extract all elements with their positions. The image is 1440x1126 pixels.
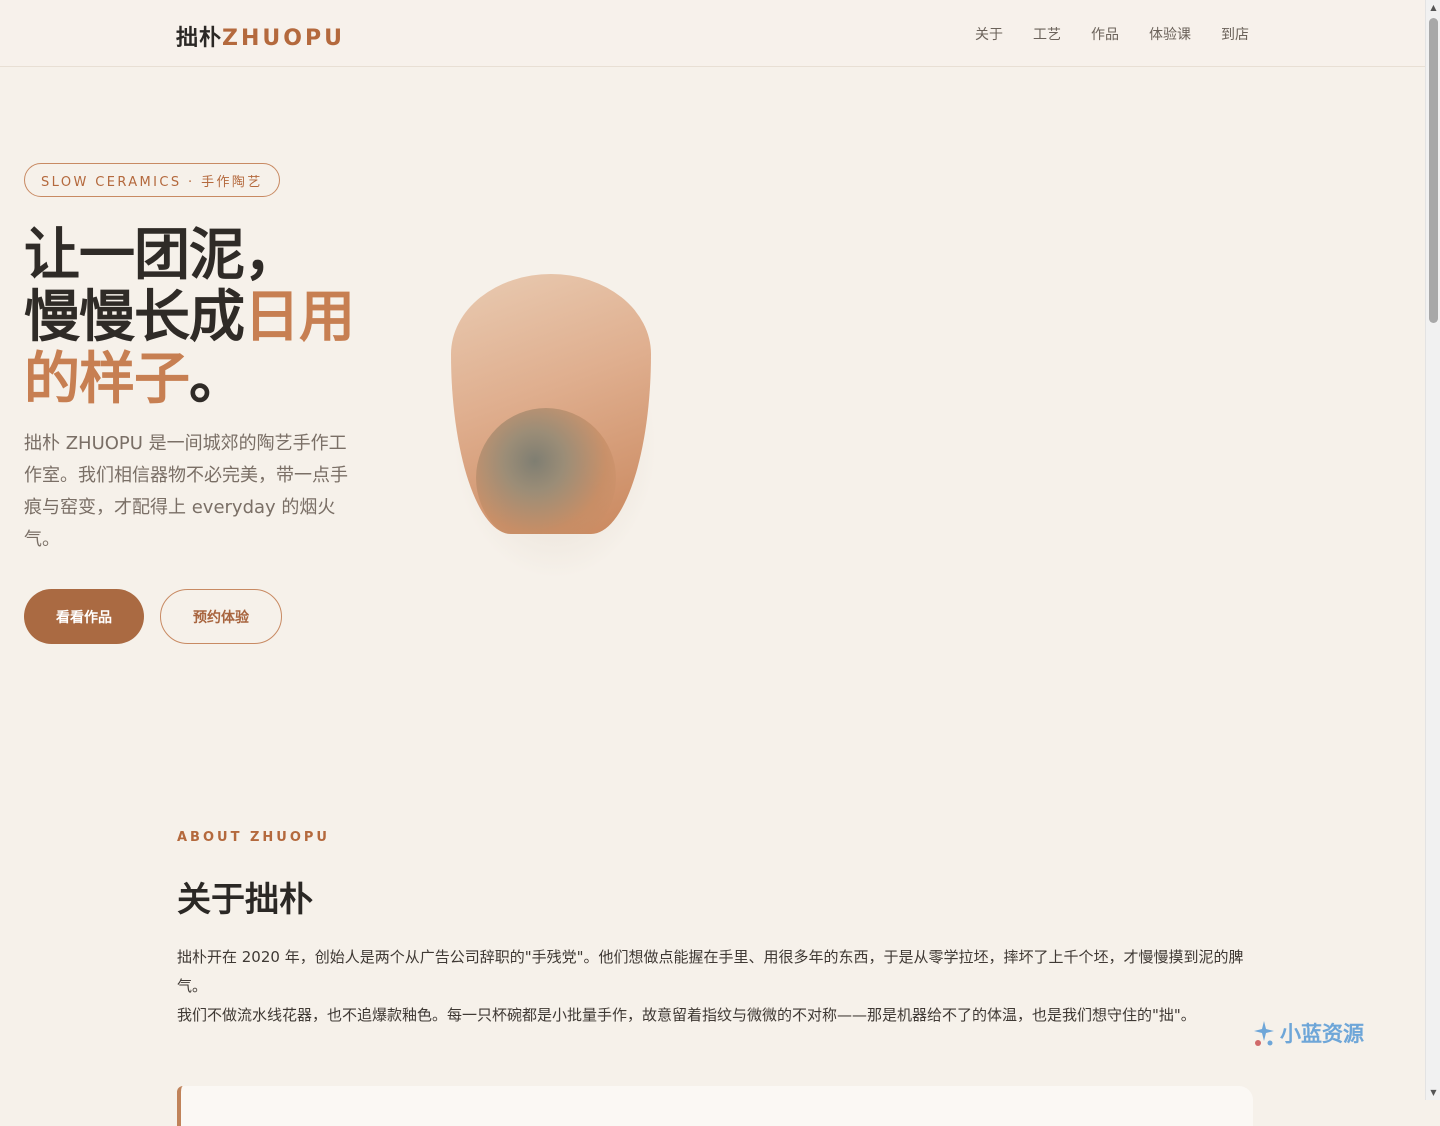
- view-works-button[interactable]: 看看作品: [24, 589, 144, 644]
- nav-works[interactable]: 作品: [1091, 24, 1119, 44]
- hero-title-accent2: 的样子: [24, 347, 190, 412]
- about-eyebrow: ABOUT ZHUOPU: [177, 830, 330, 845]
- scroll-thumb[interactable]: [1429, 18, 1438, 323]
- logo-en: ZHUOPU: [222, 26, 345, 51]
- about-paragraph-2: 我们不做流水线花器，也不追爆款釉色。每一只杯碗都是小批量手作，故意留着指纹与微微…: [177, 1006, 1196, 1024]
- hero-tag: SLOW CERAMICS · 手作陶艺: [24, 163, 280, 197]
- nav-about[interactable]: 关于: [975, 24, 1003, 44]
- sparkle-icon: [1254, 1021, 1274, 1046]
- hero-title-line1: 让一团泥，: [24, 223, 300, 288]
- watermark: 小蓝资源: [1252, 1018, 1364, 1048]
- hero-title-period: 。: [189, 347, 245, 412]
- about-paragraph-1: 拙朴开在 2020 年，创始人是两个从广告公司辞职的"手残党"。他们想做点能握在…: [177, 948, 1244, 995]
- site-header: 拙朴ZHUOPU 关于 工艺 作品 体验课 到店: [0, 0, 1425, 67]
- scroll-up-icon[interactable]: ▲: [1426, 0, 1440, 15]
- site-logo[interactable]: 拙朴ZHUOPU: [176, 20, 345, 52]
- scroll-down-icon[interactable]: ▼: [1426, 1085, 1440, 1100]
- ceramic-vase-illustration: [451, 274, 651, 534]
- nav-visit[interactable]: 到店: [1221, 24, 1249, 44]
- hero-title: 让一团泥， 慢慢长成日用 的样子。: [24, 223, 355, 412]
- about-title: 关于拙朴: [177, 880, 313, 920]
- watermark-text: 小蓝资源: [1280, 1022, 1364, 1046]
- logo-cn: 拙朴: [176, 26, 223, 51]
- hero-description: 拙朴 ZHUOPU 是一间城郊的陶艺手作工作室。我们相信器物不必完美，带一点手痕…: [24, 433, 348, 550]
- nav-craft[interactable]: 工艺: [1033, 24, 1061, 44]
- about-text: 拙朴开在 2020 年，创始人是两个从广告公司辞职的"手残党"。他们想做点能握在…: [177, 943, 1249, 1030]
- quote-card: [177, 1086, 1253, 1126]
- nav-workshop[interactable]: 体验课: [1149, 24, 1191, 44]
- book-experience-button[interactable]: 预约体验: [160, 589, 282, 644]
- hero-title-line2: 慢慢长成: [24, 285, 245, 350]
- hero-title-accent1: 日用: [244, 285, 355, 350]
- main-nav: 关于 工艺 作品 体验课 到店: [975, 24, 1249, 44]
- vertical-scrollbar[interactable]: ▲ ▼: [1425, 0, 1440, 1100]
